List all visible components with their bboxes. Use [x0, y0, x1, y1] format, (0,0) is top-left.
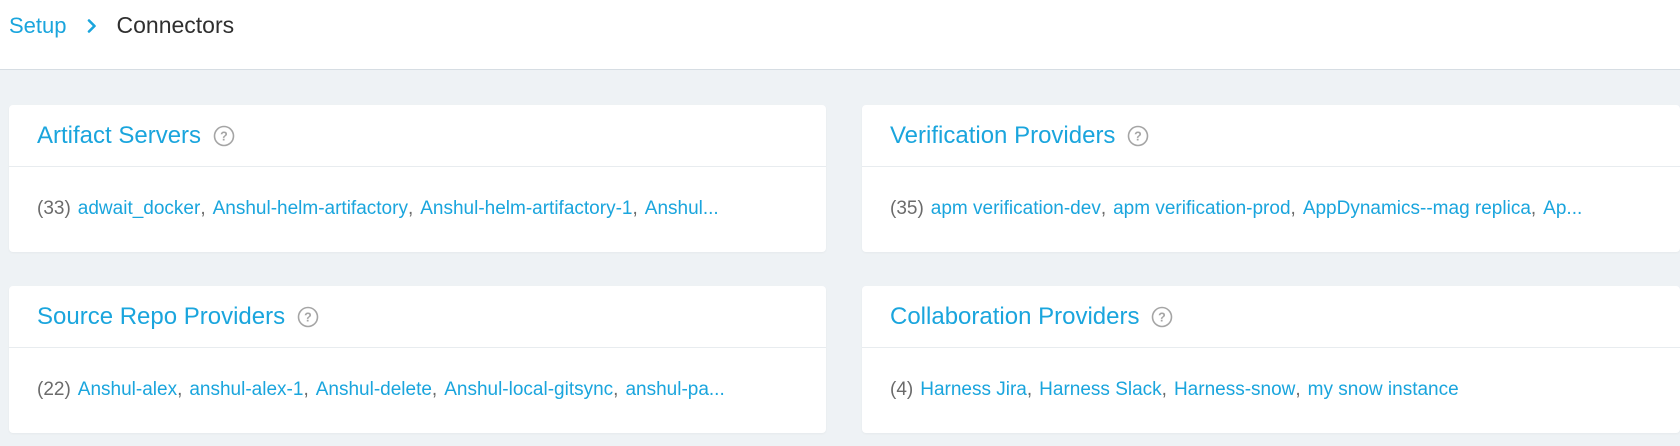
source-repo-providers-title[interactable]: Source Repo Providers	[37, 303, 285, 331]
separator: ,	[407, 198, 414, 219]
page-header: Setup Connectors	[0, 0, 1680, 70]
connector-link[interactable]: Anshul-delete	[316, 379, 432, 401]
svg-text:?: ?	[304, 310, 312, 324]
separator: ,	[200, 198, 206, 219]
artifact-servers-card: Artifact Servers ? (33) adwait_docker, A…	[9, 105, 826, 252]
card-header: Artifact Servers ?	[9, 105, 826, 167]
connector-link[interactable]: AppDynamics--mag replica	[1303, 198, 1531, 220]
card-body: (35) apm verification-dev, apm verificat…	[862, 167, 1680, 251]
collaboration-providers-title[interactable]: Collaboration Providers	[890, 303, 1139, 331]
card-header: Collaboration Providers ?	[862, 286, 1680, 348]
chevron-right-icon	[87, 18, 97, 33]
help-icon[interactable]: ?	[297, 306, 319, 328]
page-title: Connectors	[116, 12, 235, 38]
separator: ,	[1290, 198, 1296, 219]
connector-link[interactable]: Anshul-alex	[78, 379, 177, 401]
connector-link[interactable]: anshul-pa...	[625, 379, 724, 401]
card-body: (33) adwait_docker, Anshul-helm-artifact…	[9, 167, 826, 251]
connector-link[interactable]: apm verification-dev	[931, 198, 1101, 220]
separator: ,	[303, 379, 309, 400]
help-icon[interactable]: ?	[1151, 306, 1173, 328]
collaboration-providers-card: Collaboration Providers ? (4) Harness Ji…	[862, 286, 1680, 433]
separator: ,	[177, 379, 183, 400]
breadcrumb-setup-link[interactable]: Setup	[9, 13, 67, 39]
help-icon[interactable]: ?	[1127, 125, 1149, 147]
separator: ,	[613, 379, 619, 400]
connector-link[interactable]: Harness Jira	[920, 379, 1027, 401]
svg-text:?: ?	[1159, 310, 1167, 324]
connector-link[interactable]: Anshul-helm-artifactory-1	[420, 198, 632, 220]
connector-link[interactable]: adwait_docker	[78, 198, 201, 220]
connector-count: (22)	[37, 379, 71, 400]
connector-link[interactable]: Anshul...	[645, 198, 719, 220]
connector-link[interactable]: Harness Slack	[1039, 379, 1162, 401]
connector-count: (33)	[37, 198, 71, 219]
connector-link[interactable]: anshul-alex-1	[189, 379, 303, 401]
card-body: (22) Anshul-alex, anshul-alex-1, Anshul-…	[9, 348, 826, 432]
card-header: Verification Providers ?	[862, 105, 1680, 167]
connector-link[interactable]: Anshul-helm-artifactory	[213, 198, 408, 220]
connector-count: (35)	[890, 198, 924, 219]
svg-text:?: ?	[1135, 129, 1143, 143]
connector-link[interactable]: apm verification-prod	[1113, 198, 1290, 220]
svg-text:?: ?	[220, 129, 228, 143]
connector-link[interactable]: my snow instance	[1308, 379, 1459, 401]
card-header: Source Repo Providers ?	[9, 286, 826, 348]
separator: ,	[1295, 379, 1301, 400]
separator: ,	[1100, 198, 1107, 219]
verification-providers-title[interactable]: Verification Providers	[890, 122, 1115, 150]
separator: ,	[1161, 379, 1167, 400]
separator: ,	[431, 379, 438, 400]
verification-providers-card: Verification Providers ? (35) apm verifi…	[862, 105, 1680, 252]
connector-link[interactable]: Anshul-local-gitsync	[444, 379, 613, 401]
card-body: (4) Harness Jira, Harness Slack, Harness…	[862, 348, 1680, 432]
help-icon[interactable]: ?	[213, 125, 235, 147]
connector-count: (4)	[890, 379, 914, 400]
separator: ,	[1530, 198, 1537, 219]
artifact-servers-title[interactable]: Artifact Servers	[37, 122, 201, 150]
connector-link[interactable]: Harness-snow	[1174, 379, 1295, 401]
connector-link[interactable]: Ap...	[1543, 198, 1582, 220]
source-repo-providers-card: Source Repo Providers ? (22) Anshul-alex…	[9, 286, 826, 433]
separator: ,	[632, 198, 638, 219]
separator: ,	[1026, 379, 1033, 400]
